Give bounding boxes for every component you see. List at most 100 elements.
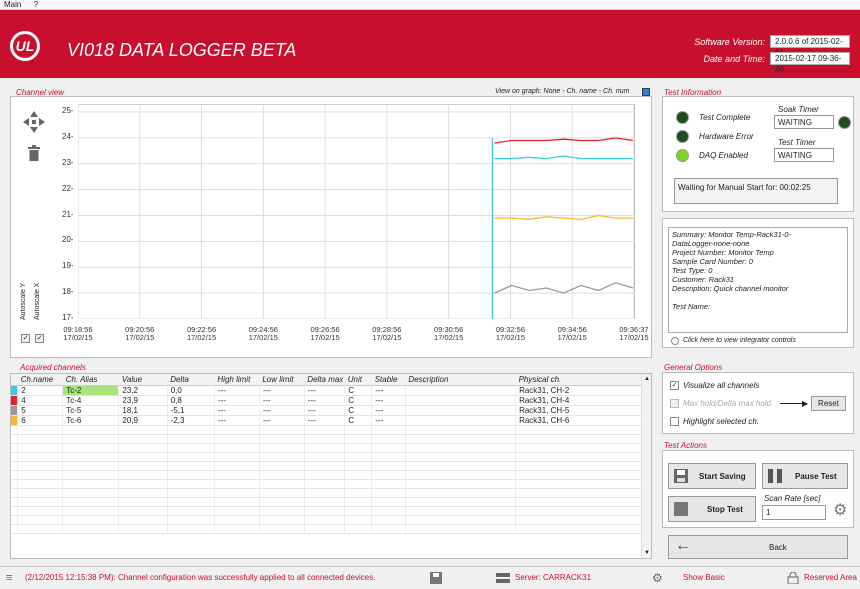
table-scrollbar[interactable]: ▲ ▼ bbox=[641, 374, 651, 558]
settings-icon[interactable]: ⚙ bbox=[652, 567, 663, 589]
table-cell[interactable] bbox=[62, 461, 120, 471]
table-cell: 2 bbox=[17, 385, 64, 396]
scan-rate-label: Scan Rate [sec] bbox=[764, 494, 821, 503]
table-row[interactable] bbox=[11, 425, 651, 435]
table-row[interactable] bbox=[11, 506, 651, 516]
move-icon[interactable] bbox=[22, 110, 46, 134]
table-cell[interactable]: Tc-2 bbox=[62, 385, 120, 396]
column-header[interactable]: Unit bbox=[344, 374, 372, 386]
summary-text: Summary: Monitor Temp-Rack31-0- DataLogge… bbox=[668, 227, 848, 333]
table-row[interactable] bbox=[11, 461, 651, 471]
column-header[interactable]: Description bbox=[405, 374, 516, 386]
table-cell bbox=[259, 479, 305, 489]
x-tick-label: 09:26:56 17/02/15 bbox=[305, 326, 345, 342]
table-cell[interactable] bbox=[62, 443, 120, 453]
table-row[interactable] bbox=[11, 497, 651, 507]
app-header: UL VI018 DATA LOGGER BETA Software Versi… bbox=[0, 10, 860, 78]
table-cell[interactable]: Tc-5 bbox=[62, 405, 120, 416]
menu-help[interactable]: ? bbox=[34, 0, 38, 9]
table-cell bbox=[344, 461, 373, 471]
table-cell[interactable] bbox=[62, 524, 120, 534]
table-cell[interactable] bbox=[62, 506, 120, 516]
table-cell: 23,9 bbox=[118, 395, 168, 406]
gear-icon[interactable]: ⚙ bbox=[833, 503, 847, 519]
table-cell: Rack31, CH-2 bbox=[515, 385, 651, 396]
table-row[interactable] bbox=[11, 452, 651, 462]
table-cell bbox=[118, 524, 168, 534]
trash-icon[interactable] bbox=[28, 145, 40, 161]
channel-color-swatch bbox=[11, 425, 19, 435]
table-cell: 4 bbox=[17, 395, 64, 406]
table-row[interactable]: 4 Tc-4 23,9 0,8 --- --- --- C --- Rack31, CH-4 bbox=[11, 395, 651, 406]
acquired-channels-title: Acquired channels bbox=[20, 363, 86, 372]
scan-rate-input[interactable]: 1 bbox=[762, 505, 826, 520]
table-cell[interactable] bbox=[62, 488, 120, 498]
table-row[interactable] bbox=[11, 515, 651, 525]
table-cell[interactable]: Tc-4 bbox=[62, 395, 120, 406]
table-row[interactable]: 5 Tc-5 18,1 -5,1 --- --- --- C --- Rack31, CH-5 bbox=[11, 405, 651, 416]
column-header[interactable]: Physical ch. bbox=[515, 374, 651, 386]
table-cell[interactable] bbox=[62, 434, 120, 444]
table-row[interactable]: 6 Tc-6 20,9 -2,3 --- --- --- C --- Rack31, CH-6 bbox=[11, 415, 651, 426]
table-cell[interactable]: Tc-6 bbox=[62, 415, 120, 426]
reserved-area-link[interactable]: Reserved Area bbox=[804, 567, 857, 589]
stop-test-button[interactable]: Stop Test bbox=[668, 496, 756, 522]
channel-color-swatch bbox=[11, 395, 19, 406]
table-cell bbox=[371, 515, 406, 525]
table-row[interactable] bbox=[11, 470, 651, 480]
table-cell[interactable] bbox=[62, 515, 120, 525]
column-header[interactable]: Stable bbox=[371, 374, 406, 386]
menu-lines-icon[interactable]: ≡ bbox=[6, 567, 12, 589]
scroll-down-icon[interactable]: ▼ bbox=[644, 550, 650, 556]
summary-line: Project Number: Monitor Temp bbox=[672, 248, 774, 257]
channel-color-swatch bbox=[11, 524, 19, 534]
table-cell[interactable] bbox=[62, 470, 120, 480]
scroll-up-icon[interactable]: ▲ bbox=[644, 376, 650, 382]
table-cell[interactable] bbox=[62, 479, 120, 489]
table-cell: 18,1 bbox=[118, 405, 168, 416]
table-cell[interactable] bbox=[62, 497, 120, 507]
table-cell bbox=[214, 515, 260, 525]
floppy-icon[interactable] bbox=[430, 572, 442, 588]
column-header[interactable]: High limit bbox=[214, 374, 260, 386]
table-row[interactable] bbox=[11, 488, 651, 498]
channel-color-swatch bbox=[11, 452, 19, 462]
back-button[interactable]: ← Back bbox=[668, 535, 848, 559]
column-header[interactable]: Low limit bbox=[259, 374, 305, 386]
table-cell bbox=[344, 506, 373, 516]
table-cell: --- bbox=[214, 385, 260, 396]
reset-button[interactable]: Reset bbox=[811, 396, 846, 411]
visualize-all-checkbox[interactable]: ✓ bbox=[670, 381, 679, 390]
table-cell bbox=[371, 443, 406, 453]
hardware-error-led bbox=[676, 130, 689, 143]
column-header[interactable]: Ch.name bbox=[17, 374, 63, 386]
show-basic-link[interactable]: Show Basic bbox=[683, 567, 725, 589]
autoscale-x-checkbox[interactable]: ✓ bbox=[35, 334, 44, 343]
table-row[interactable] bbox=[11, 434, 651, 444]
table-row[interactable] bbox=[11, 443, 651, 453]
table-cell bbox=[17, 452, 64, 462]
column-header[interactable]: Delta bbox=[167, 374, 215, 386]
integrator-radio[interactable] bbox=[671, 337, 679, 345]
column-header[interactable]: Value bbox=[118, 374, 168, 386]
view-on-graph-checkbox[interactable] bbox=[642, 88, 650, 96]
integrator-link[interactable]: Click here to view integrator controls bbox=[683, 337, 796, 344]
menu-main[interactable]: Main bbox=[4, 0, 21, 9]
table-cell[interactable] bbox=[62, 452, 120, 462]
table-row[interactable] bbox=[11, 524, 651, 534]
table-row[interactable] bbox=[11, 479, 651, 489]
max-hold-checkbox[interactable] bbox=[670, 399, 679, 408]
x-tick-date: 17/02/15 bbox=[125, 333, 155, 342]
table-cell: --- bbox=[214, 415, 260, 426]
x-tick-label: 09:18:56 17/02/15 bbox=[58, 326, 98, 342]
table-cell[interactable] bbox=[62, 425, 120, 435]
column-header[interactable]: Ch. Alias bbox=[62, 374, 119, 386]
column-header[interactable]: Delta max bbox=[304, 374, 345, 386]
highlight-checkbox[interactable] bbox=[670, 417, 679, 426]
table-cell: C bbox=[344, 385, 373, 396]
table-row[interactable]: 2 Tc-2 23,2 0,0 --- --- --- C --- Rack31, CH-2 bbox=[11, 385, 651, 396]
autoscale-y-checkbox[interactable]: ✓ bbox=[21, 334, 30, 343]
start-saving-button[interactable]: Start Saving bbox=[668, 463, 756, 489]
table-cell: --- bbox=[304, 405, 346, 416]
pause-test-button[interactable]: Pause Test bbox=[762, 463, 848, 489]
